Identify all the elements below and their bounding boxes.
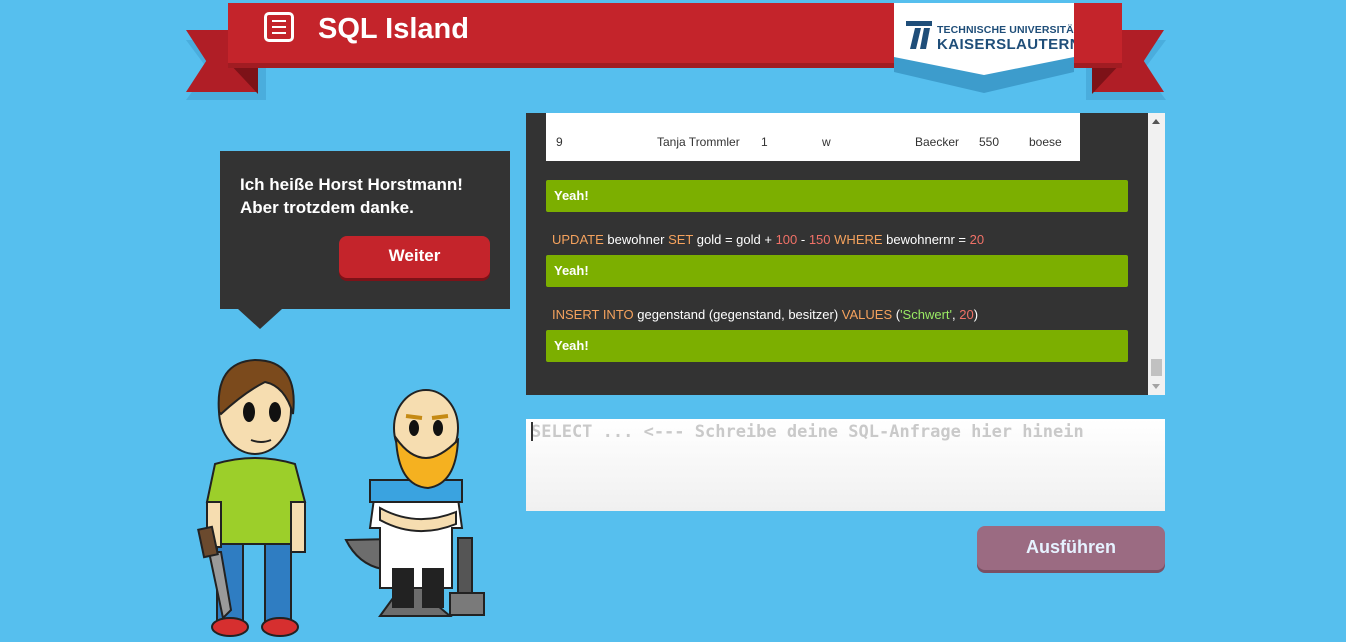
table-cell: 1 — [761, 135, 768, 149]
table-cell: 550 — [979, 135, 1000, 149]
success-message: Yeah! — [546, 330, 1128, 362]
success-message: Yeah! — [546, 255, 1128, 287]
speech-bubble: Ich heiße Horst Horstmann! Aber trotzdem… — [220, 151, 510, 309]
sql-query-input[interactable] — [526, 419, 1165, 511]
dialog-line-1: Ich heiße Horst Horstmann! — [240, 175, 463, 194]
speech-bubble-tail — [238, 309, 282, 329]
execute-button[interactable]: Ausführen — [977, 526, 1165, 570]
university-name-line2: KAISERSLAUTERN — [937, 36, 1081, 53]
dialog-line-2: Aber trotzdem danke. — [240, 198, 414, 217]
table-cell: boese — [1029, 135, 1062, 149]
scroll-down-icon[interactable] — [1152, 384, 1160, 389]
executed-query-insert: INSERT INTO gegenstand (gegenstand, besi… — [552, 307, 979, 322]
blacksmith-character-image — [344, 389, 485, 617]
query-log-panel[interactable]: 9 Tanja Trommler 1 w Baecker 550 boese Y… — [526, 113, 1165, 395]
app-title: SQL Island — [318, 13, 469, 45]
dialog-text: Ich heiße Horst Horstmann! Aber trotzdem… — [240, 173, 463, 219]
table-cell: Tanja Trommler — [657, 135, 740, 149]
success-message: Yeah! — [546, 180, 1128, 212]
table-cell: Baecker — [915, 135, 960, 149]
menu-icon[interactable] — [264, 12, 294, 42]
executed-query-update: UPDATE bewohner SET gold = gold + 100 - … — [552, 232, 985, 247]
player-character-image — [197, 358, 307, 637]
university-name-line1: TECHNISCHE UNIVERSITÄT — [937, 24, 1081, 36]
scroll-up-icon[interactable] — [1152, 119, 1160, 124]
log-scrollbar[interactable] — [1148, 113, 1165, 395]
result-table: 9 Tanja Trommler 1 w Baecker 550 boese — [546, 113, 1080, 161]
scrollbar-thumb[interactable] — [1151, 359, 1162, 376]
text-caret — [531, 422, 533, 441]
next-button[interactable]: Weiter — [339, 236, 490, 278]
table-cell: w — [822, 135, 831, 149]
table-cell: 9 — [556, 135, 563, 149]
university-logo-icon — [906, 21, 932, 49]
